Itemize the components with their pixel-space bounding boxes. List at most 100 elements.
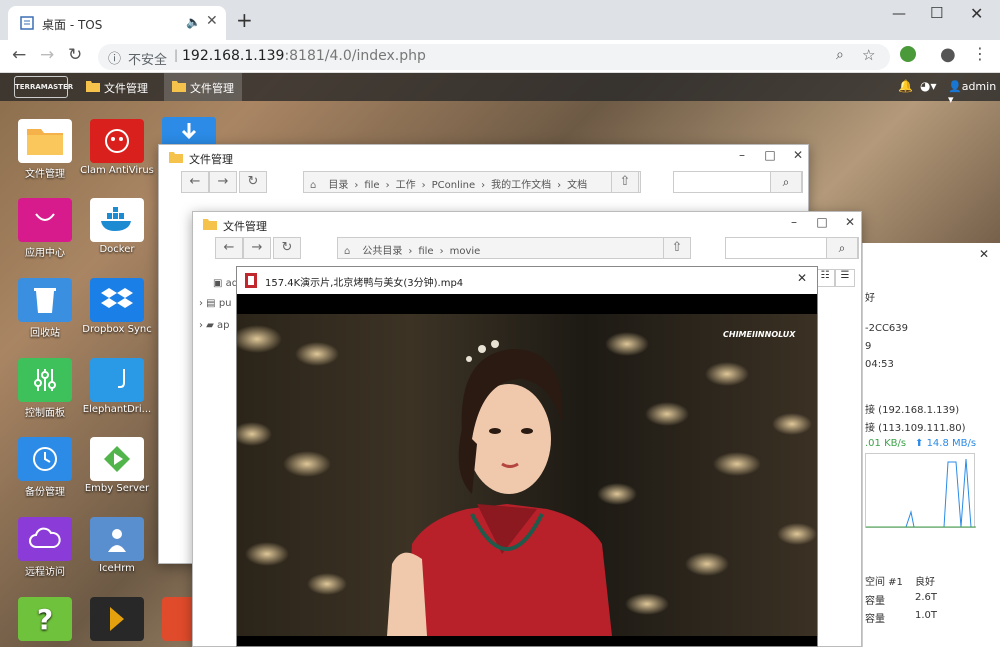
home-icon[interactable]: ⌂ <box>304 176 322 191</box>
forward-icon[interactable]: → <box>40 45 54 65</box>
zoom-icon[interactable]: ⌕ <box>836 47 844 63</box>
network-graph <box>865 453 976 528</box>
tree-item[interactable]: › ▰ ap <box>199 320 230 331</box>
video-player-window[interactable]: 157.4K演示片,北京烤鸭与美女(3分钟).mp4 ✕ CHIMEIINNOL… <box>236 266 818 647</box>
browser-tab[interactable]: 桌面 - TOS 🔈 ✕ <box>8 6 226 40</box>
list-view-icon[interactable]: ☰ <box>835 269 855 287</box>
tos-taskbar: TERRAMASTER 文件管理 文件管理 🔔 ◕▾ 👤admin ▾ <box>0 73 1000 106</box>
desktop-icon-recyclebin[interactable]: 回收站 <box>8 278 82 339</box>
address-bar[interactable]: ⓘ 不安全 | 192.168.1.139:8181/4.0/index.php… <box>98 44 890 70</box>
desktop-icon-dropbox[interactable]: Dropbox Sync <box>80 278 154 335</box>
menu-icon[interactable]: ⋮ <box>972 44 988 63</box>
minimize-icon[interactable]: – <box>733 148 751 164</box>
search-input[interactable]: ⌕ <box>673 171 803 193</box>
desktop-icon-remoteaccess[interactable]: 远程访问 <box>8 517 82 578</box>
grid-view-icon[interactable]: ☷ <box>815 269 835 287</box>
desktop-icon-help[interactable]: ? <box>8 597 82 643</box>
dashboard-icon[interactable]: ◕▾ <box>920 79 937 93</box>
folder-icon <box>203 219 217 230</box>
maximize-icon[interactable]: □ <box>813 215 831 231</box>
window-title: 文件管理 <box>203 218 267 234</box>
recycle-bin-icon <box>18 278 72 322</box>
security-label: 不安全 <box>128 53 168 68</box>
sliders-icon <box>18 358 72 402</box>
star-icon[interactable]: ☆ <box>862 46 875 64</box>
resource-monitor-panel: ✕ 好 -2CC639 9 04:53 接 (192.168.1.139) 接 … <box>862 243 1000 647</box>
close-icon[interactable]: ✕ <box>841 215 859 231</box>
user-menu[interactable]: 👤admin ▾ <box>948 80 1000 106</box>
desktop-icon-backup[interactable]: 备份管理 <box>8 437 82 498</box>
cloud-icon <box>18 517 72 561</box>
search-input[interactable]: ⌕ <box>725 237 859 259</box>
emby-icon <box>90 437 144 481</box>
help-icon: ? <box>18 597 72 641</box>
desktop-icon-clamav[interactable]: Clam AntiVirus <box>80 119 154 176</box>
video-file-icon <box>245 273 257 288</box>
breadcrumb: ⌂ 目录 › file › 工作 › PConline › 我的工作文档 › 文档 <box>303 171 641 193</box>
folder-icon <box>169 152 183 163</box>
docker-icon <box>90 198 144 242</box>
clock-icon <box>18 437 72 481</box>
maximize-icon[interactable]: □ <box>761 148 779 164</box>
profile-icon[interactable]: ● <box>940 44 956 65</box>
minimize-icon[interactable]: – <box>785 215 803 231</box>
elephantdrive-icon <box>90 358 144 402</box>
window-title: 文件管理 <box>169 151 233 167</box>
new-tab-button[interactable]: + <box>236 8 253 32</box>
search-icon[interactable]: ⌕ <box>770 171 802 193</box>
dropbox-icon <box>90 278 144 322</box>
plex-icon[interactable] <box>90 597 144 641</box>
close-window-icon[interactable]: ✕ <box>970 4 983 23</box>
home-icon[interactable]: ⌂ <box>338 242 356 257</box>
page-icon <box>20 16 34 30</box>
desktop-icon-docker[interactable]: Docker <box>80 198 154 255</box>
desktop-icon-appcenter[interactable]: 应用中心 <box>8 198 82 259</box>
reload-icon[interactable]: ↻ <box>68 45 82 65</box>
forward-button[interactable]: → <box>209 171 237 193</box>
close-tab-icon[interactable]: ✕ <box>206 13 218 29</box>
extension-icon[interactable] <box>900 46 916 62</box>
taskbar-item-filemanager-2[interactable]: 文件管理 <box>164 73 242 101</box>
terramaster-logo: TERRAMASTER <box>14 76 73 98</box>
video-still-image <box>237 325 817 636</box>
upload-speed: ⬆ 14.8 MB/s <box>915 438 977 449</box>
speaker-icon[interactable]: 🔈 <box>186 15 201 29</box>
taskbar-item-filemanager-1[interactable]: 文件管理 <box>78 73 156 101</box>
refresh-button[interactable]: ↻ <box>273 237 301 259</box>
url-host: 192.168.1.139 <box>182 48 285 64</box>
refresh-button[interactable]: ↻ <box>239 171 267 193</box>
minimize-window-icon[interactable]: — <box>892 6 906 22</box>
desktop-icon-filemanager[interactable]: 文件管理 <box>8 119 82 180</box>
tree-item[interactable]: › ▤ pu <box>199 298 232 309</box>
maximize-window-icon[interactable]: ☐ <box>930 4 943 22</box>
back-icon[interactable]: ← <box>12 45 26 65</box>
close-icon[interactable]: ✕ <box>789 148 807 164</box>
download-icon[interactable] <box>162 117 216 147</box>
close-icon[interactable]: ✕ <box>797 271 807 285</box>
folder-icon <box>18 119 72 163</box>
search-icon[interactable]: ⌕ <box>826 237 858 259</box>
icehrm-icon <box>90 517 144 561</box>
back-button[interactable]: ← <box>215 237 243 259</box>
back-button[interactable]: ← <box>181 171 209 193</box>
desktop-icon-icehrm[interactable]: IceHrm <box>80 517 154 574</box>
video-frame[interactable]: CHIMEIINNOLUX <box>237 314 817 636</box>
breadcrumb: ⌂ 公共目录 › file › movie <box>337 237 665 259</box>
video-title-bar: 157.4K演示片,北京烤鸭与美女(3分钟).mp4 ✕ <box>237 267 817 294</box>
desktop-icon-elephantdrive[interactable]: ElephantDri... <box>80 358 154 415</box>
url-path: :8181/4.0/index.php <box>284 48 426 64</box>
tree-item[interactable]: ▣ ad <box>213 278 238 289</box>
up-button[interactable]: ⇧ <box>611 171 639 193</box>
close-icon[interactable]: ✕ <box>979 247 989 261</box>
up-button[interactable]: ⇧ <box>663 237 691 259</box>
folder-icon <box>86 81 100 92</box>
shopping-bag-icon <box>18 198 72 242</box>
desktop-icon-emby[interactable]: Emby Server <box>80 437 154 494</box>
folder-icon <box>172 81 186 92</box>
forward-button[interactable]: → <box>243 237 271 259</box>
tab-title: 桌面 - TOS <box>42 18 103 32</box>
info-icon[interactable]: ⓘ <box>108 48 121 67</box>
notification-bell-icon[interactable]: 🔔 <box>898 79 913 93</box>
video-watermark: CHIMEIINNOLUX <box>723 330 796 339</box>
desktop-icon-controlpanel[interactable]: 控制面板 <box>8 358 82 419</box>
